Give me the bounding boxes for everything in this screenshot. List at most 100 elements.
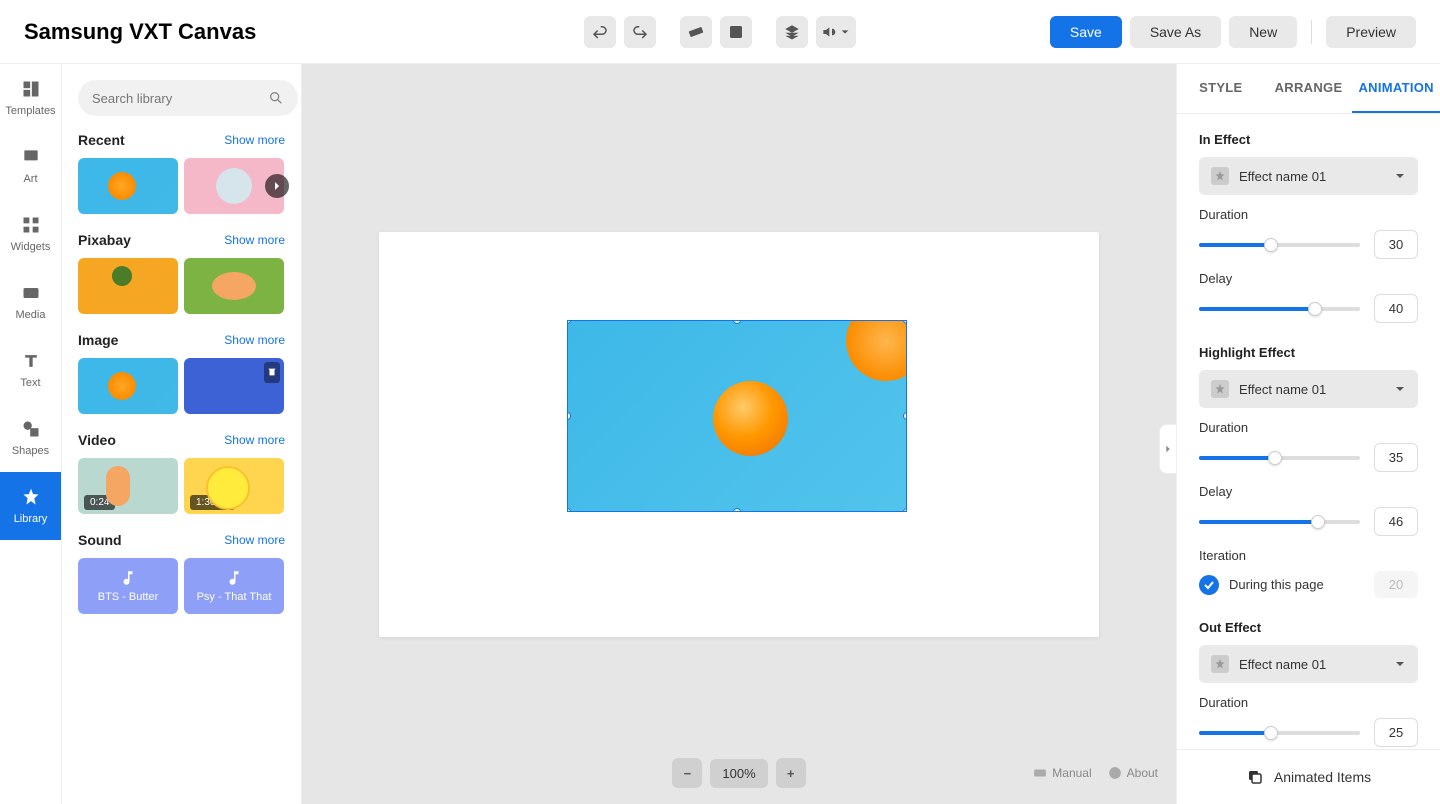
save-as-button[interactable]: Save As — [1130, 16, 1221, 48]
delay-label: Delay — [1199, 271, 1418, 286]
show-more-image[interactable]: Show more — [224, 333, 285, 347]
sidebar-item-art[interactable]: Art — [0, 132, 61, 200]
canvas-area[interactable]: − 100% + Manual About — [302, 64, 1176, 804]
zoom-value[interactable]: 100% — [710, 759, 767, 788]
show-more-pixabay[interactable]: Show more — [224, 233, 285, 247]
animated-items-button[interactable]: Animated Items — [1177, 749, 1440, 804]
music-icon — [225, 569, 243, 587]
duration-slider[interactable] — [1199, 243, 1360, 247]
sidebar-label: Art — [23, 173, 37, 185]
in-effect-dropdown[interactable]: Effect name 01 — [1199, 157, 1418, 195]
section-title-pixabay: Pixabay — [78, 232, 131, 248]
out-effect-dropdown[interactable]: Effect name 01 — [1199, 645, 1418, 683]
thumb-sound-2[interactable]: Psy - That That — [184, 558, 284, 614]
thumb-image-2[interactable] — [184, 358, 284, 414]
duration-value[interactable]: 35 — [1374, 443, 1418, 472]
chevron-down-icon — [1394, 383, 1406, 395]
zoom-out-button[interactable]: − — [672, 758, 702, 788]
resize-handle[interactable] — [733, 320, 741, 324]
duration-value[interactable]: 25 — [1374, 718, 1418, 747]
app-title: Samsung VXT Canvas — [24, 19, 256, 45]
sidebar-item-text[interactable]: Text — [0, 336, 61, 404]
section-title-recent: Recent — [78, 132, 125, 148]
grid-button[interactable] — [720, 16, 752, 48]
thumb-pixabay-2[interactable] — [184, 258, 284, 314]
show-more-sound[interactable]: Show more — [224, 533, 285, 547]
new-button[interactable]: New — [1229, 16, 1297, 48]
sidebar-item-templates[interactable]: Templates — [0, 64, 61, 132]
thumb-image-1[interactable] — [78, 358, 178, 414]
preview-button[interactable]: Preview — [1326, 16, 1416, 48]
resize-handle[interactable] — [567, 508, 571, 512]
delete-icon[interactable] — [264, 362, 280, 383]
thumb-recent-1[interactable] — [78, 158, 178, 214]
resize-handle[interactable] — [567, 412, 571, 420]
resize-handle[interactable] — [903, 508, 907, 512]
search-input-wrap[interactable] — [78, 80, 298, 116]
resize-handle[interactable] — [903, 320, 907, 324]
highlight-effect-label: Highlight Effect — [1199, 345, 1418, 360]
sound-label: BTS - Butter — [98, 591, 159, 603]
delay-slider[interactable] — [1199, 520, 1360, 524]
iteration-checkbox[interactable] — [1199, 575, 1219, 595]
sidebar-label: Library — [14, 513, 48, 525]
duration-label: Duration — [1199, 207, 1418, 222]
sidebar-item-media[interactable]: Media — [0, 268, 61, 336]
duration-badge: 0:24 — [84, 495, 115, 510]
duration-value[interactable]: 30 — [1374, 230, 1418, 259]
sidebar-item-widgets[interactable]: Widgets — [0, 200, 61, 268]
thumb-sound-1[interactable]: BTS - Butter — [78, 558, 178, 614]
sidebar: Templates Art Widgets Media Text Shapes … — [0, 64, 62, 804]
delay-value[interactable]: 46 — [1374, 507, 1418, 536]
redo-button[interactable] — [624, 16, 656, 48]
sidebar-item-library[interactable]: Library — [0, 472, 61, 540]
sidebar-item-shapes[interactable]: Shapes — [0, 404, 61, 472]
delay-label: Delay — [1199, 484, 1418, 499]
resize-handle[interactable] — [733, 508, 741, 512]
tab-style[interactable]: STYLE — [1177, 64, 1265, 113]
animated-items-label: Animated Items — [1274, 769, 1371, 785]
thumb-video-1[interactable]: 0:24 — [78, 458, 178, 514]
thumb-pixabay-1[interactable] — [78, 258, 178, 314]
duration-label: Duration — [1199, 420, 1418, 435]
in-effect-label: In Effect — [1199, 132, 1418, 147]
tab-arrange[interactable]: ARRANGE — [1265, 64, 1353, 113]
resize-handle[interactable] — [903, 412, 907, 420]
canvas-page[interactable] — [379, 232, 1099, 637]
duration-slider[interactable] — [1199, 456, 1360, 460]
selected-image[interactable] — [567, 320, 907, 512]
zoom-in-button[interactable]: + — [776, 758, 806, 788]
undo-button[interactable] — [584, 16, 616, 48]
show-more-recent[interactable]: Show more — [224, 133, 285, 147]
sidebar-label: Shapes — [12, 445, 49, 457]
right-panel: STYLE ARRANGE ANIMATION In Effect Effect… — [1176, 64, 1440, 804]
duration-badge: 1:30:00 — [190, 495, 235, 510]
resize-handle[interactable] — [567, 320, 571, 324]
layers-button[interactable] — [776, 16, 808, 48]
collapse-right-panel[interactable] — [1159, 424, 1177, 474]
save-button[interactable]: Save — [1050, 16, 1122, 48]
manual-link[interactable]: Manual — [1033, 766, 1091, 780]
delay-value[interactable]: 40 — [1374, 294, 1418, 323]
about-link[interactable]: About — [1108, 766, 1158, 780]
highlight-effect-dropdown[interactable]: Effect name 01 — [1199, 370, 1418, 408]
duration-slider[interactable] — [1199, 731, 1360, 735]
search-input[interactable] — [92, 91, 268, 106]
tab-animation[interactable]: ANIMATION — [1352, 64, 1440, 113]
dropdown-value: Effect name 01 — [1239, 382, 1326, 397]
chevron-down-icon — [1394, 170, 1406, 182]
show-more-video[interactable]: Show more — [224, 433, 285, 447]
delay-slider[interactable] — [1199, 307, 1360, 311]
carousel-next[interactable] — [265, 174, 289, 198]
volume-button[interactable] — [816, 16, 856, 48]
layers-icon — [1246, 768, 1264, 786]
iteration-value: 20 — [1374, 571, 1418, 598]
sound-label: Psy - That That — [197, 591, 272, 603]
star-icon — [1211, 655, 1229, 673]
chevron-down-icon — [1394, 658, 1406, 670]
divider — [1311, 20, 1312, 44]
sidebar-label: Widgets — [11, 241, 51, 253]
thumb-video-2[interactable]: 1:30:00 — [184, 458, 284, 514]
dropdown-value: Effect name 01 — [1239, 169, 1326, 184]
ruler-button[interactable] — [680, 16, 712, 48]
